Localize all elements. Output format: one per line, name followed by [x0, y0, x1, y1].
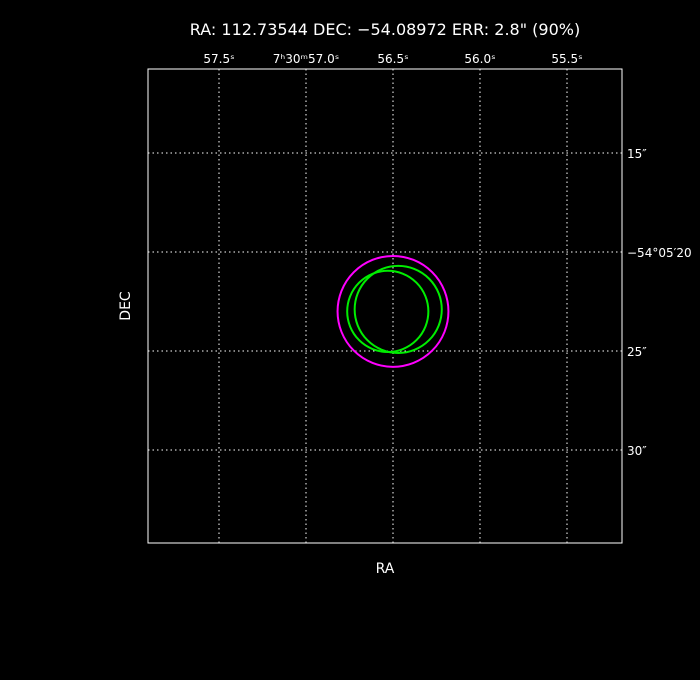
detection-circle-1 [346, 269, 430, 353]
dec-tick-label-1: −54°05′20 [627, 246, 692, 260]
plot-frame [147, 68, 623, 544]
ra-tick-label-0: 57.5ˢ [203, 52, 234, 66]
ra-tick-label-2: 56.5ˢ [377, 52, 408, 66]
dec-tick-labels: 15″ −54°05′20 25″ 30″ [627, 147, 692, 458]
x-axis-label: RA [376, 561, 395, 577]
chart-title: RA: 112.73544 DEC: −54.08972 ERR: 2.8" (… [190, 20, 580, 39]
dec-tick-label-2: 25″ [627, 345, 647, 359]
ra-tick-label-4: 55.5ˢ [551, 52, 582, 66]
grid-lines [148, 69, 622, 543]
dec-tick-label-0: 15″ [627, 147, 647, 161]
y-axis-label: DEC [118, 291, 134, 321]
ra-tick-label-1: 7ʰ30ᵐ57.0ˢ [273, 52, 339, 66]
ra-tick-label-3: 56.0ˢ [464, 52, 495, 66]
sky-chart: RA: 112.73544 DEC: −54.08972 ERR: 2.8" (… [118, 20, 692, 577]
dec-tick-label-3: 30″ [627, 444, 647, 458]
ra-tick-labels: 57.5ˢ 7ʰ30ᵐ57.0ˢ 56.5ˢ 56.0ˢ 55.5ˢ [203, 52, 582, 66]
